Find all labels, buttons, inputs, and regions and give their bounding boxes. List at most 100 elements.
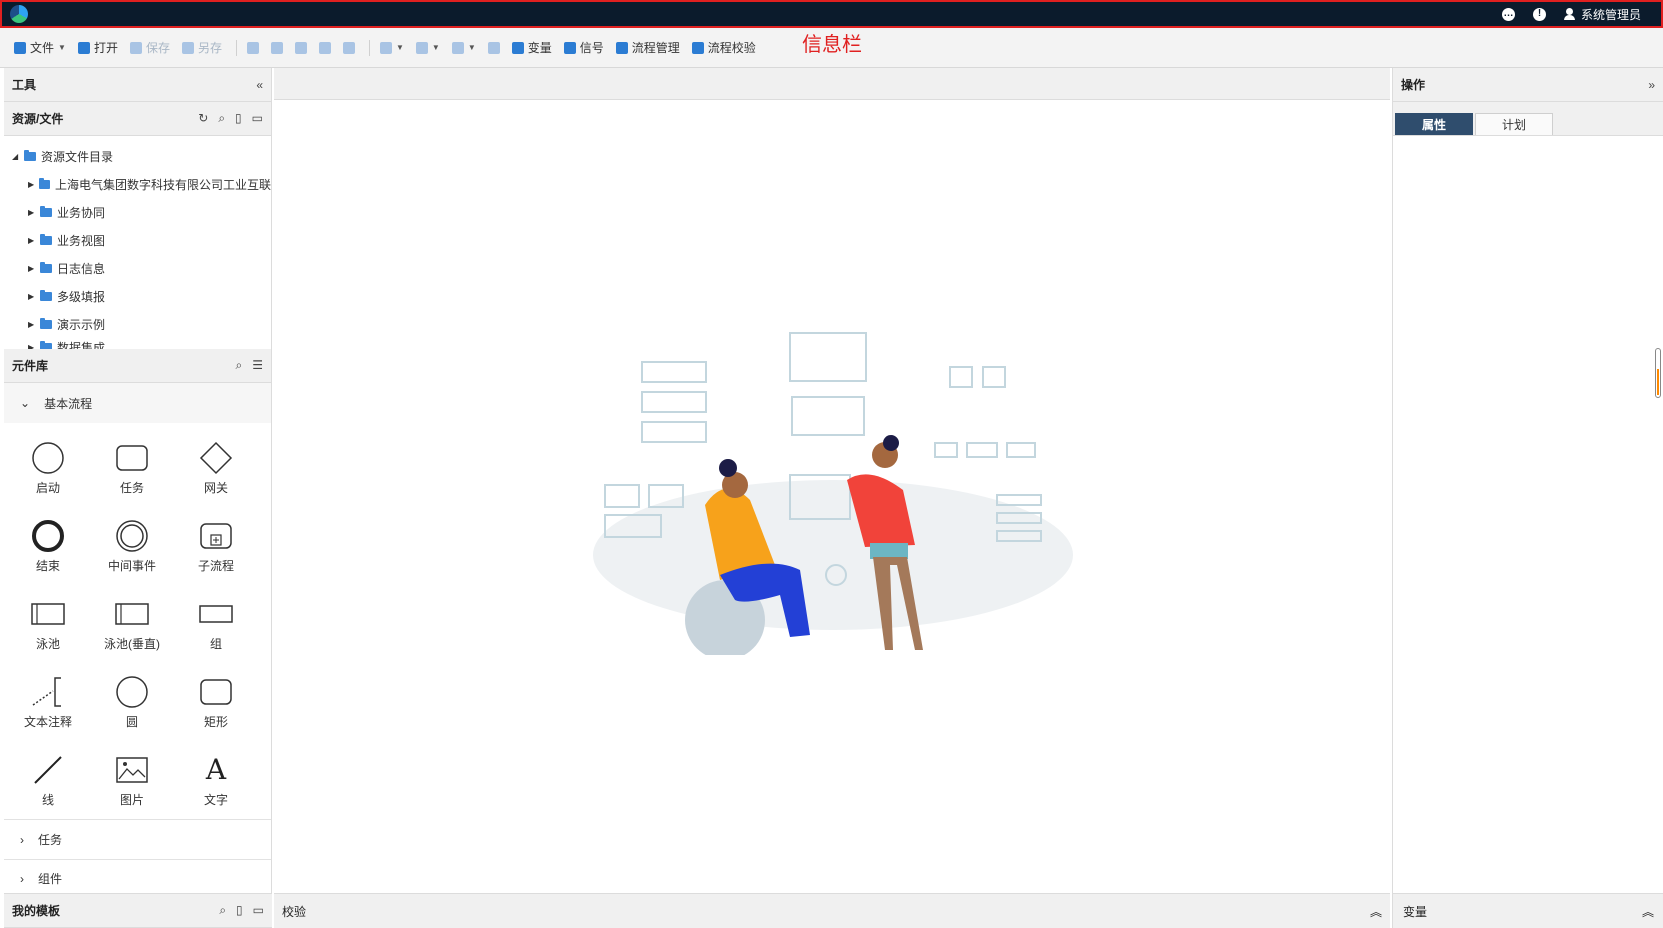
expanded-icon[interactable]: ◢ [12, 152, 24, 161]
search-icon[interactable]: ⌕ [219, 903, 226, 918]
variable-button[interactable]: 变量 [508, 36, 556, 60]
tab-properties[interactable]: 属性 [1395, 113, 1473, 135]
check-panel-bar: 校验 ︽ [274, 893, 1390, 928]
tree-item[interactable]: ▶ 业务视图 [4, 226, 271, 254]
expand-up-icon[interactable]: ︽ [1642, 903, 1654, 920]
collapsed-icon[interactable]: ▶ [28, 208, 40, 217]
open-button[interactable]: 打开 [74, 36, 122, 60]
refresh-icon[interactable]: ↻ [198, 111, 208, 126]
tree-root[interactable]: ◢ 资源文件目录 [4, 142, 271, 170]
component-circle[interactable]: 圆 [90, 663, 174, 741]
component-gateway[interactable]: 网关 [174, 429, 258, 507]
save-label: 保存 [145, 41, 170, 55]
collapsed-icon[interactable]: ▶ [28, 343, 40, 350]
copy-button[interactable] [243, 36, 263, 60]
new-file-icon[interactable]: ▯ [235, 111, 242, 126]
menu-icon[interactable]: ☰ [252, 358, 263, 373]
redo-button[interactable] [339, 36, 359, 60]
image-icon [114, 753, 150, 787]
new-folder-icon[interactable]: ▭ [253, 903, 264, 918]
tree-item[interactable]: ▶ 日志信息 [4, 254, 271, 282]
component-label: 泳池 [35, 636, 60, 651]
collapse-left-icon[interactable]: « [256, 78, 263, 92]
signal-button[interactable]: 信号 [560, 36, 608, 60]
component-text-annotation[interactable]: 文本注释 [6, 663, 90, 741]
expand-up-icon[interactable]: ︽ [1370, 903, 1382, 920]
tree-item[interactable]: ▶ 业务协同 [4, 198, 271, 226]
component-start[interactable]: 启动 [6, 429, 90, 507]
component-intermediate-event[interactable]: 中间事件 [90, 507, 174, 585]
group-icon [198, 597, 234, 631]
component-end[interactable]: 结束 [6, 507, 90, 585]
new-folder-icon[interactable]: ▭ [252, 111, 263, 126]
component-label: 任务 [119, 480, 144, 495]
tree-item-label: 演示示例 [57, 317, 106, 332]
process-check-button[interactable]: 流程校验 [688, 36, 760, 60]
folder-icon [40, 261, 52, 273]
collapsed-icon[interactable]: ▶ [28, 236, 40, 245]
file-menu-button[interactable]: 文件 ▼ [10, 36, 70, 60]
cut-button[interactable] [267, 36, 287, 60]
tree-item[interactable]: ▶ 上海电气集团数字科技有限公司工业互联 [4, 170, 271, 198]
component-text[interactable]: A 文字 [174, 741, 258, 819]
basic-flow-group-header[interactable]: ⌄ 基本流程 [4, 383, 271, 423]
component-pool-vertical[interactable]: 泳池(垂直) [90, 585, 174, 663]
component-line[interactable]: 线 [6, 741, 90, 819]
layers-icon [451, 41, 464, 54]
chevron-down-icon: ▼ [467, 43, 476, 52]
collapsed-icon[interactable]: ▶ [28, 292, 40, 301]
tree-item[interactable]: ▶ 数据集成 [4, 338, 271, 349]
tree-item[interactable]: ▶ 演示示例 [4, 310, 271, 338]
save-as-button[interactable]: 另存 [178, 36, 226, 60]
paste-button[interactable] [291, 36, 311, 60]
tree-item-label: 数据集成 [57, 340, 106, 350]
variables-title: 变量 [1403, 904, 1428, 919]
process-icon [615, 41, 628, 54]
collapsed-icon[interactable]: ▶ [28, 264, 40, 273]
gateway-icon [198, 441, 234, 475]
tree-item[interactable]: ▶ 多级填报 [4, 282, 271, 310]
component-label: 文本注释 [23, 714, 72, 729]
component-label: 网关 [203, 480, 228, 495]
resources-header: 资源/文件 ↻ ⌕ ▯ ▭ [4, 102, 271, 136]
user-menu[interactable]: 系统管理员 [1563, 6, 1641, 23]
flag-button[interactable] [484, 36, 504, 60]
search-icon[interactable]: ⌕ [218, 111, 225, 126]
component-label: 矩形 [203, 714, 228, 729]
tree-item-label: 业务协同 [57, 205, 106, 220]
chevron-down-icon: ⌄ [20, 396, 31, 410]
chevron-down-icon: ▼ [431, 43, 440, 52]
component-rectangle[interactable]: 矩形 [174, 663, 258, 741]
task-group-header[interactable]: › 任务 [4, 819, 271, 859]
align-horizontal-button[interactable]: ▼ [376, 36, 408, 60]
component-label: 组 [209, 636, 222, 651]
undo-button[interactable] [315, 36, 335, 60]
new-file-icon[interactable]: ▯ [236, 903, 243, 918]
cut-icon [270, 41, 283, 54]
tree-item-label: 日志信息 [57, 261, 106, 276]
search-icon[interactable]: ⌕ [236, 358, 243, 373]
tab-plan[interactable]: 计划 [1475, 113, 1553, 135]
component-subprocess[interactable]: 子流程 [174, 507, 258, 585]
chat-icon[interactable]: … [1501, 7, 1515, 21]
left-tools-panel: 工具 « 资源/文件 ↻ ⌕ ▯ ▭ ◢ 资源文件目录 ▶ 上海电气集团数字科技有… [4, 68, 272, 928]
text-annotation-icon [30, 675, 66, 709]
collapse-right-icon[interactable]: » [1648, 78, 1655, 92]
basic-flow-group-label: 基本流程 [44, 396, 93, 411]
tree-item-label: 多级填报 [57, 289, 106, 304]
component-pool[interactable]: 泳池 [6, 585, 90, 663]
alert-icon[interactable]: ! [1532, 7, 1546, 21]
process-manage-button[interactable]: 流程管理 [612, 36, 684, 60]
collapsed-icon[interactable]: ▶ [28, 320, 40, 329]
chevron-right-icon: › [20, 871, 24, 886]
align-vertical-button[interactable]: ▼ [412, 36, 444, 60]
component-group[interactable]: 组 [174, 585, 258, 663]
component-label: 圆 [125, 714, 138, 729]
arrange-button[interactable]: ▼ [448, 36, 480, 60]
component-group-header[interactable]: › 组件 [4, 859, 271, 897]
save-button[interactable]: 保存 [126, 36, 174, 60]
collapsed-icon[interactable]: ▶ [28, 180, 39, 189]
component-task[interactable]: 任务 [90, 429, 174, 507]
scroll-handle[interactable] [1655, 348, 1661, 398]
component-image[interactable]: 图片 [90, 741, 174, 819]
